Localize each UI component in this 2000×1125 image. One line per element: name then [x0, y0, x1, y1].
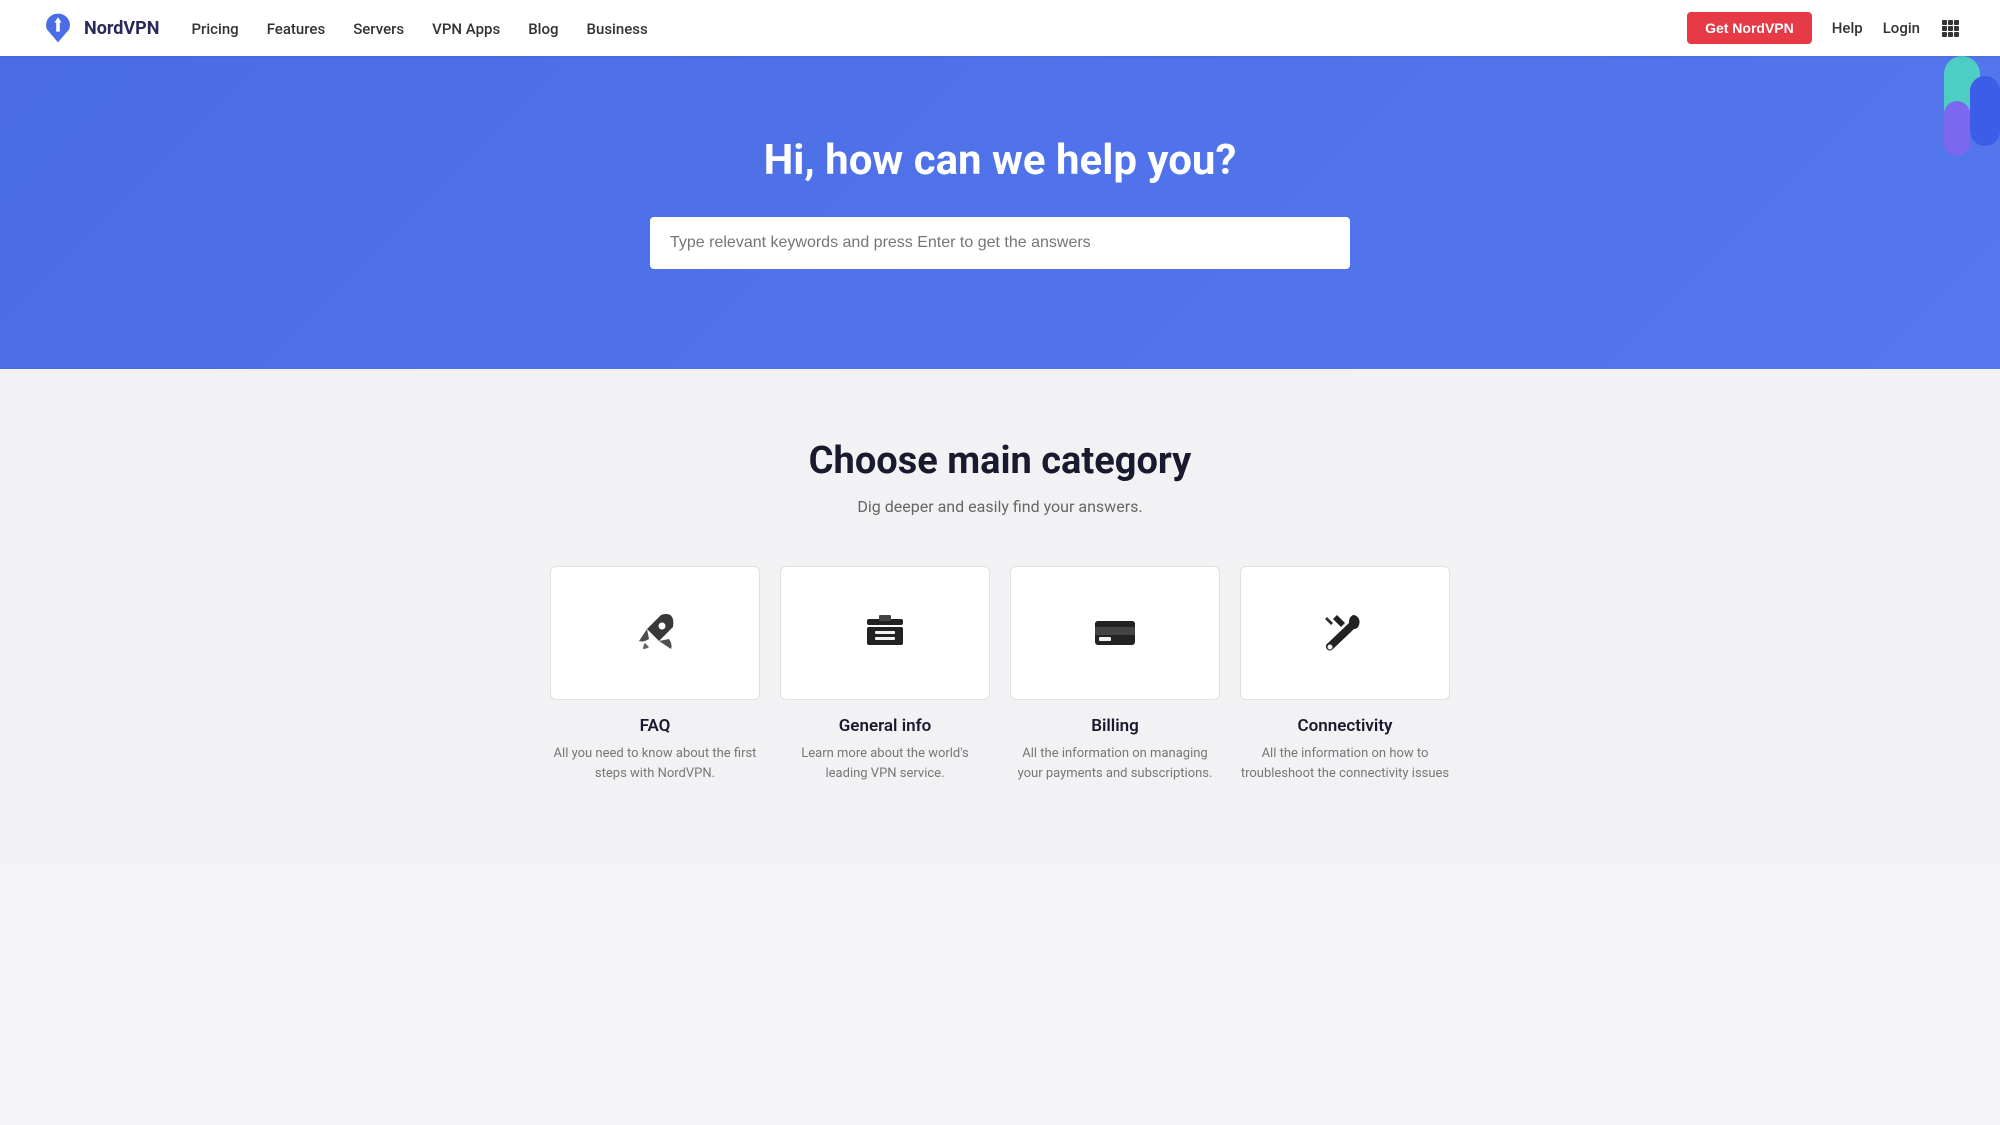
category-faq-card[interactable] — [550, 566, 760, 700]
connectivity-icon — [1319, 607, 1371, 659]
billing-label: Billing — [1010, 716, 1220, 736]
category-connectivity-card[interactable] — [1240, 566, 1450, 700]
general-info-icon — [859, 607, 911, 659]
navbar-left: NordVPN Pricing Features Servers VPN App… — [40, 10, 648, 46]
grid-menu-icon[interactable] — [1940, 18, 1960, 38]
main-content-section: Choose main category Dig deeper and easi… — [0, 369, 2000, 863]
nav-item-features[interactable]: Features — [267, 19, 325, 38]
category-billing[interactable]: Billing All the information on managing … — [1010, 566, 1220, 783]
category-billing-card[interactable] — [1010, 566, 1220, 700]
login-link[interactable]: Login — [1883, 19, 1920, 37]
nav-item-vpnapps[interactable]: VPN Apps — [432, 19, 500, 38]
general-info-label: General info — [780, 716, 990, 736]
nordvpn-logo-icon — [40, 10, 76, 46]
logo-text: NordVPN — [84, 18, 159, 39]
search-bar-container — [650, 217, 1350, 269]
get-nordvpn-button[interactable]: Get NordVPN — [1687, 12, 1812, 44]
nav-links: Pricing Features Servers VPN Apps Blog B… — [191, 19, 647, 38]
faq-icon — [629, 607, 681, 659]
navbar: NordVPN Pricing Features Servers VPN App… — [0, 0, 2000, 56]
blob-blue — [1970, 76, 2000, 146]
category-faq[interactable]: FAQ All you need to know about the first… — [550, 566, 760, 783]
nav-item-blog[interactable]: Blog — [528, 19, 558, 38]
category-general-info[interactable]: General info Learn more about the world'… — [780, 566, 990, 783]
connectivity-label: Connectivity — [1240, 716, 1450, 736]
nav-item-pricing[interactable]: Pricing — [191, 19, 238, 38]
hero-heading: Hi, how can we help you? — [40, 136, 1960, 185]
category-general-info-card[interactable] — [780, 566, 990, 700]
hero-section: Hi, how can we help you? — [0, 56, 2000, 369]
decorative-blobs — [1920, 56, 2000, 176]
blob-purple — [1944, 101, 1970, 156]
categories-grid: FAQ All you need to know about the first… — [550, 566, 1450, 783]
faq-label: FAQ — [550, 716, 760, 736]
connectivity-desc: All the information on how to troublesho… — [1240, 744, 1450, 783]
nav-item-servers[interactable]: Servers — [353, 19, 404, 38]
logo[interactable]: NordVPN — [40, 10, 159, 46]
main-heading: Choose main category — [40, 439, 1960, 483]
general-info-desc: Learn more about the world's leading VPN… — [780, 744, 990, 783]
search-input[interactable] — [650, 217, 1350, 269]
faq-desc: All you need to know about the first ste… — [550, 744, 760, 783]
help-link[interactable]: Help — [1832, 19, 1863, 37]
billing-desc: All the information on managing your pay… — [1010, 744, 1220, 783]
nav-item-business[interactable]: Business — [587, 19, 648, 38]
billing-icon — [1089, 607, 1141, 659]
main-subtitle: Dig deeper and easily find your answers. — [40, 497, 1960, 516]
navbar-right: Get NordVPN Help Login — [1687, 12, 1960, 44]
category-connectivity[interactable]: Connectivity All the information on how … — [1240, 566, 1450, 783]
